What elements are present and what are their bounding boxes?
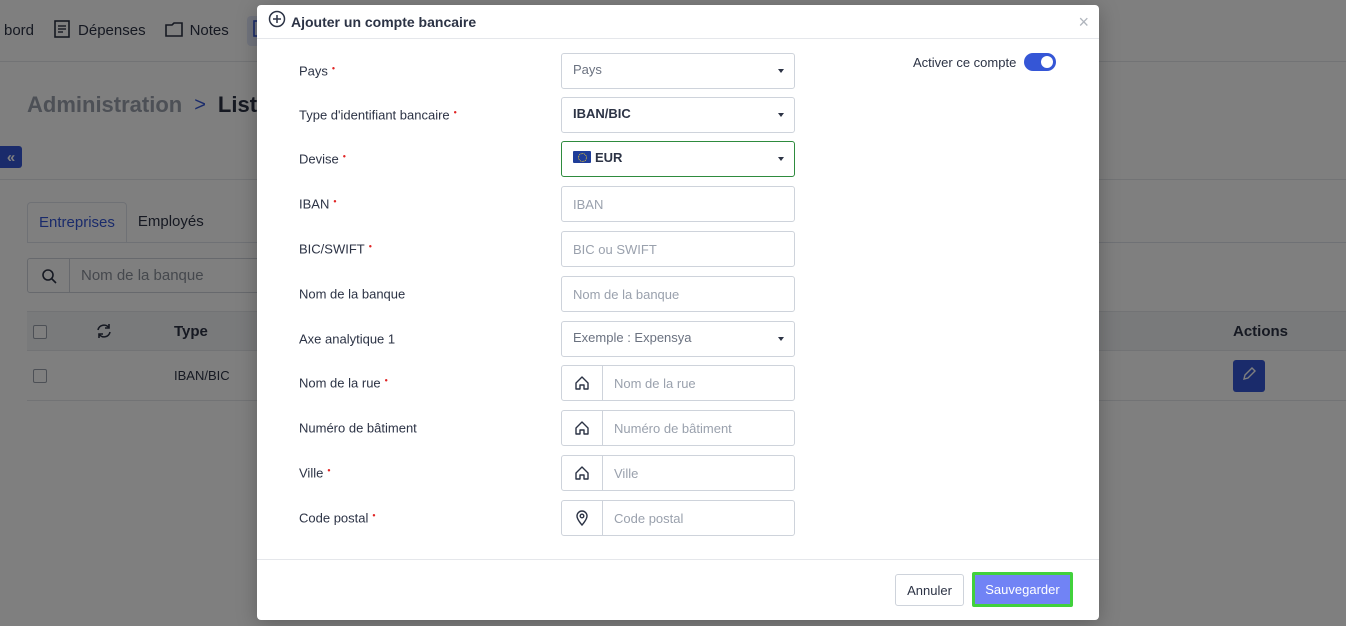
currency-select[interactable]: EUR — [561, 141, 795, 177]
map-pin-icon — [562, 501, 603, 535]
required-mark: • — [331, 63, 336, 74]
field-label: Type d'identifiant bancaire • — [299, 107, 457, 123]
caret-down-icon — [778, 113, 784, 117]
field-label: Nom de la rue • — [299, 375, 388, 391]
field-row-pays: Pays • Pays — [299, 53, 795, 89]
field-row-iban: IBAN • IBAN — [299, 186, 795, 222]
analytic-axis-select[interactable]: Exemple : Expensya — [561, 321, 795, 357]
postal-code-input[interactable]: Code postal — [561, 500, 795, 536]
required-mark: • — [372, 510, 376, 521]
required-mark: • — [384, 375, 388, 386]
bank-name-input[interactable]: Nom de la banque — [561, 276, 795, 312]
required-mark: • — [342, 151, 346, 162]
field-row-batiment: Numéro de bâtiment Numéro de bâtiment — [299, 410, 795, 446]
field-label: Numéro de bâtiment — [299, 420, 417, 436]
field-label: Devise • — [299, 151, 346, 167]
dialog-title: Ajouter un compte bancaire — [291, 13, 477, 30]
plus-circle-icon — [268, 10, 286, 33]
city-input[interactable]: Ville — [561, 455, 795, 491]
activate-account-toggle[interactable] — [1024, 53, 1057, 71]
field-label: Nom de la banque — [299, 286, 406, 302]
field-label: BIC/SWIFT • — [299, 241, 372, 257]
iban-input[interactable]: IBAN — [561, 186, 795, 222]
dialog-header: Ajouter un compte bancaire — [257, 5, 1099, 39]
bank-identifier-type-select[interactable]: IBAN/BIC — [561, 97, 795, 133]
field-row-type-identifiant: Type d'identifiant bancaire • IBAN/BIC — [299, 97, 795, 133]
field-label: Axe analytique 1 — [299, 331, 396, 347]
field-row-bic: BIC/SWIFT • BIC ou SWIFT — [299, 231, 795, 267]
field-row-nom-banque: Nom de la banque Nom de la banque — [299, 276, 795, 312]
field-row-ville: Ville • Ville — [299, 455, 795, 491]
caret-down-icon — [778, 337, 784, 341]
country-select[interactable]: Pays — [561, 53, 795, 89]
eu-flag-icon — [573, 151, 591, 163]
required-mark: • — [327, 465, 331, 476]
field-label: Code postal • — [299, 510, 376, 526]
street-name-input[interactable]: Nom de la rue — [561, 365, 795, 401]
field-row-axe-analytique: Axe analytique 1 Exemple : Expensya — [299, 321, 795, 357]
field-row-code-postal: Code postal • Code postal — [299, 500, 795, 536]
field-row-rue: Nom de la rue • Nom de la rue — [299, 365, 795, 401]
home-icon — [562, 366, 603, 400]
caret-down-icon — [778, 69, 784, 73]
field-label: IBAN • — [299, 196, 337, 212]
field-label: Pays • — [299, 63, 336, 79]
caret-down-icon — [778, 157, 784, 161]
add-bank-account-dialog: Ajouter un compte bancaire × Activer ce … — [257, 5, 1099, 620]
bic-swift-input[interactable]: BIC ou SWIFT — [561, 231, 795, 267]
activate-account-toggle-group: Activer ce compte — [913, 53, 1057, 71]
required-mark: • — [368, 241, 372, 252]
required-mark: • — [333, 196, 337, 207]
required-mark: • — [453, 107, 457, 118]
toggle-label: Activer ce compte — [913, 54, 1017, 70]
dialog-footer: Annuler Sauvegarder — [257, 559, 1099, 620]
save-button[interactable]: Sauvegarder — [972, 572, 1073, 607]
field-row-devise: Devise • EUR — [299, 141, 795, 177]
home-icon — [562, 456, 603, 490]
building-number-input[interactable]: Numéro de bâtiment — [561, 410, 795, 446]
cancel-button[interactable]: Annuler — [895, 574, 964, 606]
close-icon[interactable]: × — [1078, 13, 1089, 31]
field-label: Ville • — [299, 465, 331, 481]
home-icon — [562, 411, 603, 445]
